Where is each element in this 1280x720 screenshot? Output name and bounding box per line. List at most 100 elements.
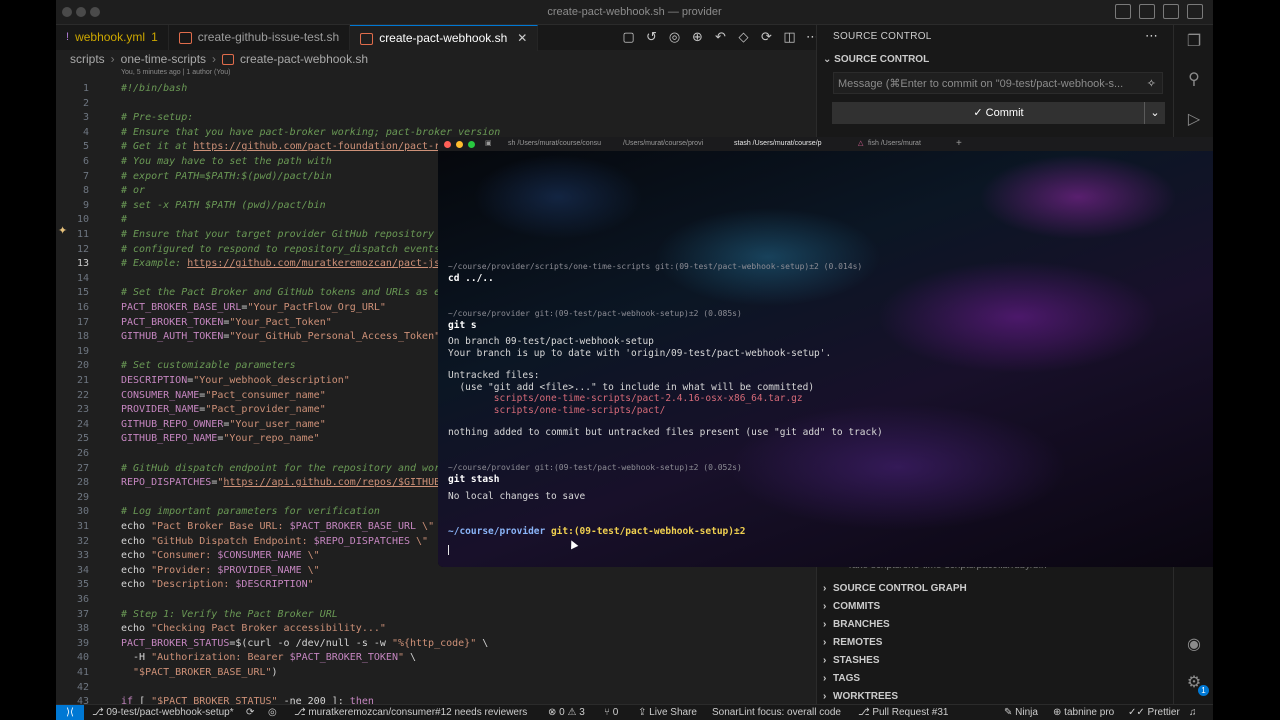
pull-request-status[interactable]: ⎇ muratkeremozcan/consumer#12 needs revi… <box>294 705 527 720</box>
code-token: "Authorization: Bearer <box>151 652 290 664</box>
code-text: GITHUB_AUTH_TOKEN="Your_GitHub_Personal_… <box>121 330 440 345</box>
history-icon[interactable]: ↺ <box>644 29 659 45</box>
more-actions-icon[interactable]: ⋯ <box>1145 28 1158 44</box>
terminal-tab-3[interactable]: stash /Users/murat/course/p <box>734 137 822 151</box>
scm-group-tags[interactable]: › TAGS <box>823 673 860 684</box>
code-token: \" <box>416 521 435 532</box>
commit-message-input[interactable]: Message (⌘Enter to commit on "09-test/pa… <box>833 72 1163 94</box>
line-number: 4 <box>82 126 89 138</box>
run-debug-icon[interactable]: ▷ <box>1184 110 1204 130</box>
scm-group-commits[interactable]: › COMMITS <box>823 601 880 612</box>
zoom-window-icon[interactable] <box>90 7 100 17</box>
toggle-secondary-sidebar-icon[interactable] <box>1163 4 1179 19</box>
code-text: # Set customizable parameters <box>121 359 296 374</box>
account-icon[interactable]: ◎ <box>268 705 277 720</box>
files-icon[interactable]: ❐ <box>1184 32 1204 52</box>
branch-status[interactable]: ⎇ 09-test/pact-webhook-setup* <box>92 705 234 720</box>
live-share-button[interactable]: ⇪ Live Share <box>638 705 697 720</box>
problems-status[interactable]: ⊗ 0 ⚠ 3 <box>548 705 585 720</box>
git-compare-icon[interactable]: ⊕ <box>690 29 705 45</box>
code-text: # Set the Pact Broker and GitHub tokens … <box>121 286 446 301</box>
line-number: 14 <box>76 272 89 284</box>
ninja-status[interactable]: ✎ Ninja <box>1004 705 1038 720</box>
line-number: 23 <box>76 404 89 416</box>
terminal-line: git stash <box>448 474 500 485</box>
comment-icon[interactable]: ▢ <box>621 29 636 45</box>
terminal-tab-2[interactable]: /Users/murat/course/provi <box>623 137 703 151</box>
check-icon[interactable]: ◎ <box>667 29 682 45</box>
pull-request-button[interactable]: ⎇ Pull Request #31 <box>858 705 948 720</box>
terminal-tab-4[interactable]: fish /Users/murat <box>868 137 921 151</box>
sparkle-icon[interactable]: ✧ <box>1147 73 1156 95</box>
scm-group-source-control-graph[interactable]: › SOURCE CONTROL GRAPH <box>823 583 967 594</box>
sync-icon[interactable]: ⟳ <box>246 705 254 720</box>
ports-status[interactable]: ⑂ 0 <box>604 705 618 720</box>
lightbulb-icon[interactable]: ✦ <box>58 224 67 237</box>
code-token: GITHUB_AUTH_TOKEN <box>121 331 224 343</box>
right-background <box>1213 0 1280 720</box>
minimize-window-icon[interactable] <box>76 7 86 17</box>
editor-actions: ▢ ↺ ◎ ⊕ ↶ ◇ ⟳ ◫ ⋯ <box>621 29 820 45</box>
code-token: # You may have to set the path with <box>121 156 332 167</box>
line-number: 30 <box>76 506 89 518</box>
line-number: 1 <box>82 83 89 94</box>
scm-group-branches[interactable]: › BRANCHES <box>823 619 890 630</box>
toggle-panel-icon[interactable] <box>1139 4 1155 19</box>
code-token: $PACT_BROKER_BASE_URL <box>289 521 417 532</box>
tab-webhook-yml[interactable]: ! webhook.yml 1 <box>56 25 169 50</box>
terminal-line: Your branch is up to date with 'origin/0… <box>448 348 832 359</box>
code-token: #!/bin/bash <box>121 83 188 94</box>
code-token: \" <box>301 564 320 576</box>
breadcrumb-scripts[interactable]: scripts <box>70 52 105 66</box>
minimize-terminal-icon[interactable] <box>456 141 463 148</box>
chevron-right-icon: › <box>110 52 115 66</box>
scm-group-stashes[interactable]: › STASHES <box>823 655 880 666</box>
chevron-down-icon[interactable]: ⌄ <box>1144 102 1165 124</box>
code-token: "Your_PactFlow_Org_URL" <box>247 302 386 313</box>
terminal-line: cd ../.. <box>448 273 494 284</box>
toggle-sidebar-icon[interactable] <box>1115 4 1131 19</box>
terminal-window[interactable]: ▣ sh /Users/murat/course/consu /Users/mu… <box>438 137 1213 567</box>
next-change-icon[interactable]: ⟳ <box>759 29 774 45</box>
tabnine-status[interactable]: ⊕ tabnine pro <box>1053 705 1114 720</box>
terminal-line: git s <box>448 320 477 331</box>
zoom-terminal-icon[interactable] <box>468 141 475 148</box>
bell-icon[interactable]: ♫ <box>1189 705 1197 720</box>
remote-icon[interactable]: ⟩⟨ <box>56 705 84 720</box>
split-editor-icon[interactable]: ◫ <box>782 29 797 45</box>
code-token: # <box>121 214 128 226</box>
commit-button[interactable]: ✓ Commit ⌄ <box>832 102 1165 124</box>
terminal-line: scripts/one-time-scripts/pact/ <box>448 405 666 416</box>
breadcrumb-one-time-scripts[interactable]: one-time-scripts <box>121 52 206 66</box>
code-text: # Step 1: Verify the Pact Broker URL <box>121 608 338 623</box>
new-tab-button[interactable]: + <box>956 137 962 151</box>
customize-layout-icon[interactable] <box>1187 4 1203 19</box>
close-terminal-icon[interactable] <box>444 141 451 148</box>
close-tab-icon[interactable]: ✕ <box>517 26 527 51</box>
prettier-status[interactable]: ✓✓ Prettier <box>1128 705 1180 720</box>
sonarlint-status[interactable]: SonarLint focus: overall code <box>712 705 841 720</box>
code-token: # or <box>121 185 146 197</box>
code-token: echo <box>121 579 152 591</box>
line-number: 21 <box>76 375 89 386</box>
previous-change-icon[interactable]: ↶ <box>713 29 728 45</box>
code-text: -H "Authorization: Bearer $PACT_BROKER_T… <box>121 651 416 666</box>
close-window-icon[interactable] <box>62 7 72 17</box>
code-text: echo "Provider: $PROVIDER_NAME \" <box>121 564 320 579</box>
chevron-right-icon: › <box>823 583 827 594</box>
account-icon[interactable]: ◉ <box>1184 635 1204 655</box>
open-changes-icon[interactable]: ◇ <box>736 29 751 45</box>
source-control-section[interactable]: ⌄ SOURCE CONTROL <box>823 54 929 65</box>
scm-group-remotes[interactable]: › REMOTES <box>823 637 882 648</box>
tab-create-pact-webhook[interactable]: create-pact-webhook.sh ✕ <box>350 25 539 51</box>
terminal-tab-1[interactable]: sh /Users/murat/course/consu <box>508 137 601 151</box>
tab-create-github-issue-test[interactable]: create-github-issue-test.sh <box>169 25 351 50</box>
breadcrumb-file[interactable]: create-pact-webhook.sh <box>240 52 368 66</box>
code-token: "Your_webhook_description" <box>193 375 350 386</box>
code-token: "Checking Pact Broker accessibility..." <box>151 623 386 635</box>
code-token: # export PATH=$PATH:$(pwd)/pact/bin <box>121 170 332 182</box>
scm-group-worktrees[interactable]: › WORKTREES <box>823 691 898 702</box>
search-icon[interactable]: ⚲ <box>1184 70 1204 90</box>
git-blame-lens[interactable]: You, 5 minutes ago | 1 author (You) <box>121 69 231 76</box>
branch-name: 09-test/pact-webhook-setup* <box>106 707 234 718</box>
